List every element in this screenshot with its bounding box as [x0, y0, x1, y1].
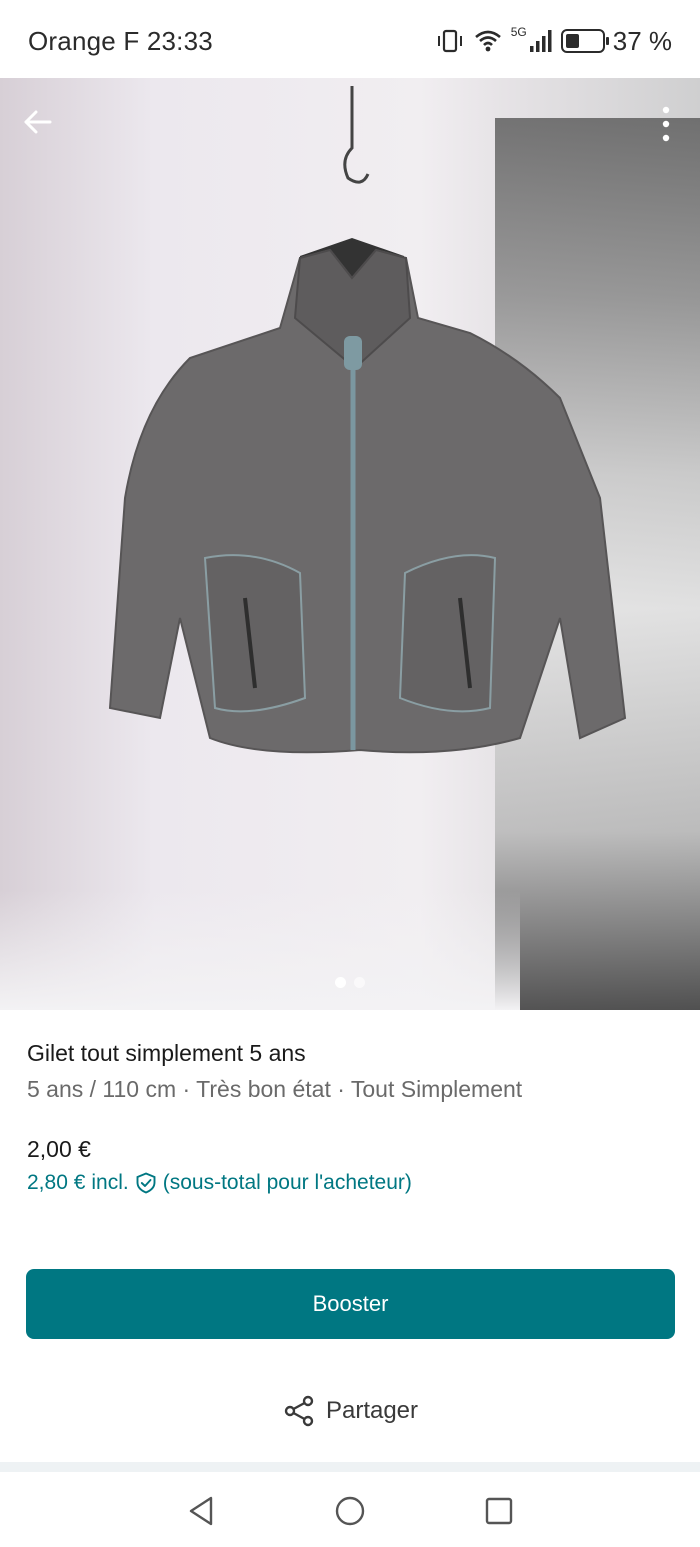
- nav-back-icon[interactable]: [185, 1494, 219, 1528]
- vibrate-icon: [437, 29, 462, 53]
- nav-recent-apps-icon[interactable]: [482, 1494, 516, 1528]
- listing-title: Gilet tout simplement 5 ans: [27, 1040, 306, 1066]
- buyer-price-note: (sous-total pour l'acheteur): [162, 1171, 412, 1194]
- network-type: 5G: [510, 25, 527, 39]
- jacket-image: [108, 86, 627, 754]
- listing-details: Gilet tout simplement 5 ans 5 ans / 110 …: [0, 1010, 700, 1462]
- battery-icon: [560, 29, 609, 53]
- booster-button[interactable]: Booster: [26, 1269, 675, 1339]
- share-label: Partager: [325, 1397, 419, 1424]
- status-icons: 5G 37 %: [435, 24, 672, 58]
- nav-home-icon[interactable]: [333, 1494, 367, 1528]
- wifi-icon: [474, 30, 501, 52]
- signal-icon: [529, 30, 552, 52]
- buyer-price-row[interactable]: 2,80 € incl. (sous-total pour l'acheteur…: [27, 1171, 412, 1195]
- carrier-time: Orange F 23:33: [28, 26, 213, 56]
- system-navigation-bar: [0, 1472, 700, 1547]
- more-vertical-icon[interactable]: [660, 104, 672, 144]
- page-dot-1[interactable]: [335, 977, 346, 988]
- listing-price: 2,00 €: [27, 1136, 91, 1162]
- status-bar: Orange F 23:33 5G 37 %: [0, 0, 700, 78]
- back-arrow-icon[interactable]: [20, 104, 56, 140]
- share-icon: [284, 1395, 314, 1427]
- listing-subtitle: 5 ans / 110 cm · Très bon état · Tout Si…: [27, 1076, 523, 1102]
- page-dot-2[interactable]: [354, 977, 365, 988]
- photo-page-indicator: [0, 977, 700, 988]
- buyer-price: 2,80 €: [27, 1171, 86, 1194]
- product-photo[interactable]: [0, 78, 700, 1010]
- shield-check-icon: [136, 1172, 156, 1194]
- share-button[interactable]: Partager: [0, 1394, 700, 1428]
- section-divider: [0, 1462, 700, 1472]
- buyer-price-incl: incl.: [91, 1171, 129, 1194]
- battery-percent: 37 %: [612, 25, 672, 56]
